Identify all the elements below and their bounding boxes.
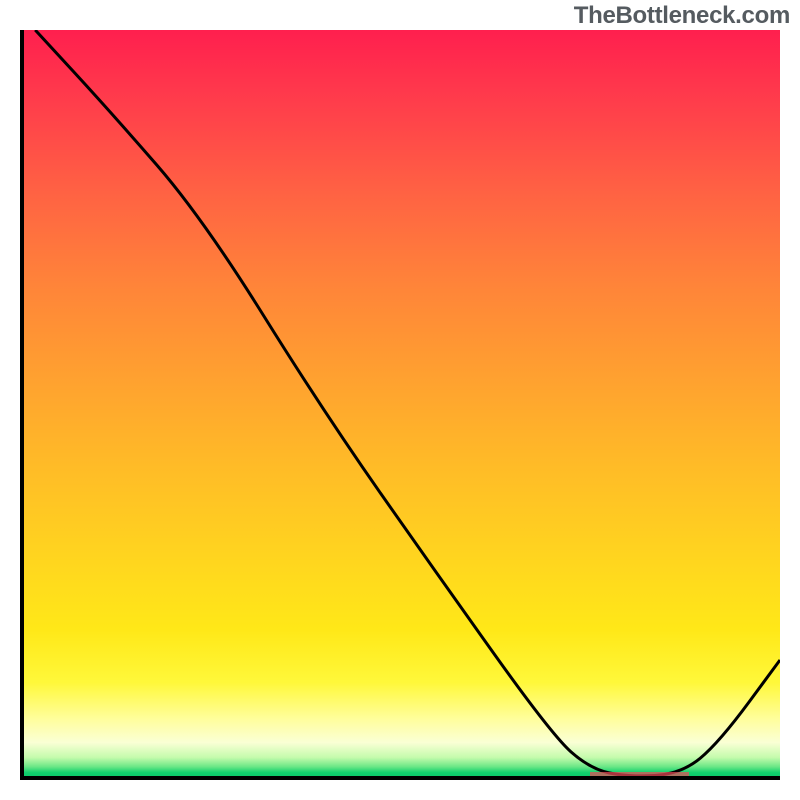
watermark-text: TheBottleneck.com	[574, 2, 790, 30]
plot-area	[20, 30, 780, 780]
heat-gradient-background	[20, 30, 780, 780]
optimum-marker	[590, 772, 689, 777]
chart-container: TheBottleneck.com	[0, 0, 800, 800]
